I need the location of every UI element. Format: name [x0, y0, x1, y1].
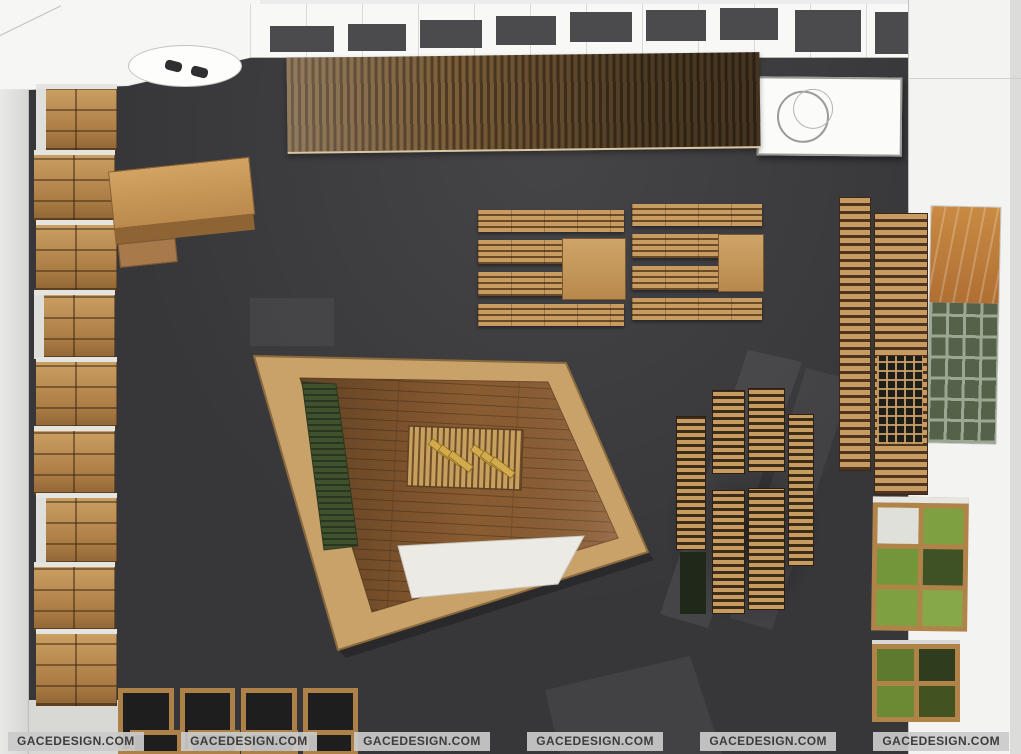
watermark: GACEDESIGN.COM	[873, 732, 1009, 751]
locker-cell	[877, 507, 918, 544]
locker-cell	[877, 686, 914, 718]
vertical-bench-column	[676, 416, 706, 550]
watermark: GACEDESIGN.COM	[700, 732, 836, 751]
interior-render: GACEDESIGN.COM GACEDESIGN.COM GACEDESIGN…	[0, 0, 1021, 754]
skylight-panel	[795, 10, 861, 52]
locker-cell	[923, 508, 964, 545]
display-platform	[254, 356, 654, 658]
skylight-panel	[496, 16, 556, 45]
green-locker-unit-upper	[871, 496, 969, 631]
locker-cell	[922, 549, 963, 586]
skylight-panel	[720, 8, 778, 40]
reception-desk	[107, 143, 260, 269]
locker-cell	[919, 686, 956, 718]
ac-fan-circle-inner	[793, 89, 833, 129]
bookshelf-unit	[34, 562, 115, 631]
locker-cell	[876, 589, 917, 626]
bookshelf-unit	[36, 493, 117, 564]
watermark: GACEDESIGN.COM	[527, 732, 663, 751]
left-wall	[0, 0, 29, 754]
poster-artwork-top	[929, 206, 1000, 303]
vertical-bench-column	[748, 388, 785, 472]
spotlight	[190, 65, 209, 79]
bookshelf-unit	[36, 357, 117, 428]
magazine-shelf-strip	[839, 197, 871, 471]
right-wall-edge	[1010, 0, 1021, 754]
watermark: GACEDESIGN.COM	[8, 732, 144, 751]
slatted-bench	[478, 210, 624, 232]
skylight-panel	[420, 20, 482, 48]
reading-table-cluster-right	[632, 204, 762, 326]
desk-return	[118, 238, 178, 268]
locker-cell	[919, 649, 956, 681]
locker-cell	[922, 590, 963, 627]
bookshelf-unit	[36, 629, 117, 706]
bookshelf-unit	[34, 150, 115, 221]
bookshelf-unit	[36, 220, 117, 291]
bookshelf-unit	[34, 290, 115, 359]
wall-mounted-ac-unit	[757, 76, 903, 156]
solid-table-top	[718, 234, 764, 292]
watermark: GACEDESIGN.COM	[354, 732, 490, 751]
slatted-bench	[632, 298, 762, 320]
solid-table-top	[562, 238, 626, 300]
hanging-slat-panel	[286, 52, 760, 154]
skylight-panel	[270, 26, 334, 52]
right-wall-topline	[908, 78, 1021, 79]
ceiling-light-fixture	[128, 45, 242, 87]
platform-center-table	[407, 426, 523, 490]
bookshelf-unit	[36, 84, 117, 151]
magazine-shelf-strip	[874, 213, 928, 495]
watermark: GACEDESIGN.COM	[181, 732, 317, 751]
dark-bench-cushion	[680, 552, 706, 614]
pigeonhole-grid	[877, 356, 923, 444]
wall-poster	[927, 206, 1001, 443]
slatted-bench	[478, 304, 624, 326]
slatted-bench	[632, 204, 762, 226]
vertical-bench-column	[788, 414, 814, 566]
bookshelf-unit	[34, 426, 115, 495]
spotlight	[164, 59, 183, 73]
vertical-bench-column	[712, 490, 745, 614]
skylight-panel	[348, 24, 406, 51]
ceiling-skylight-band	[250, 4, 916, 58]
skylight-panel	[570, 12, 632, 42]
locker-cell	[877, 548, 918, 585]
vertical-bench-column	[712, 390, 745, 474]
locker-cell	[877, 649, 914, 681]
green-locker-unit-lower	[872, 640, 960, 722]
vertical-bench-column	[748, 488, 785, 610]
watermark-row: GACEDESIGN.COM GACEDESIGN.COM GACEDESIGN…	[0, 732, 1021, 751]
reading-table-cluster-left	[478, 210, 624, 330]
poster-photo-grid	[927, 302, 999, 443]
floor-light-patch	[250, 298, 334, 346]
skylight-panel	[646, 10, 706, 41]
